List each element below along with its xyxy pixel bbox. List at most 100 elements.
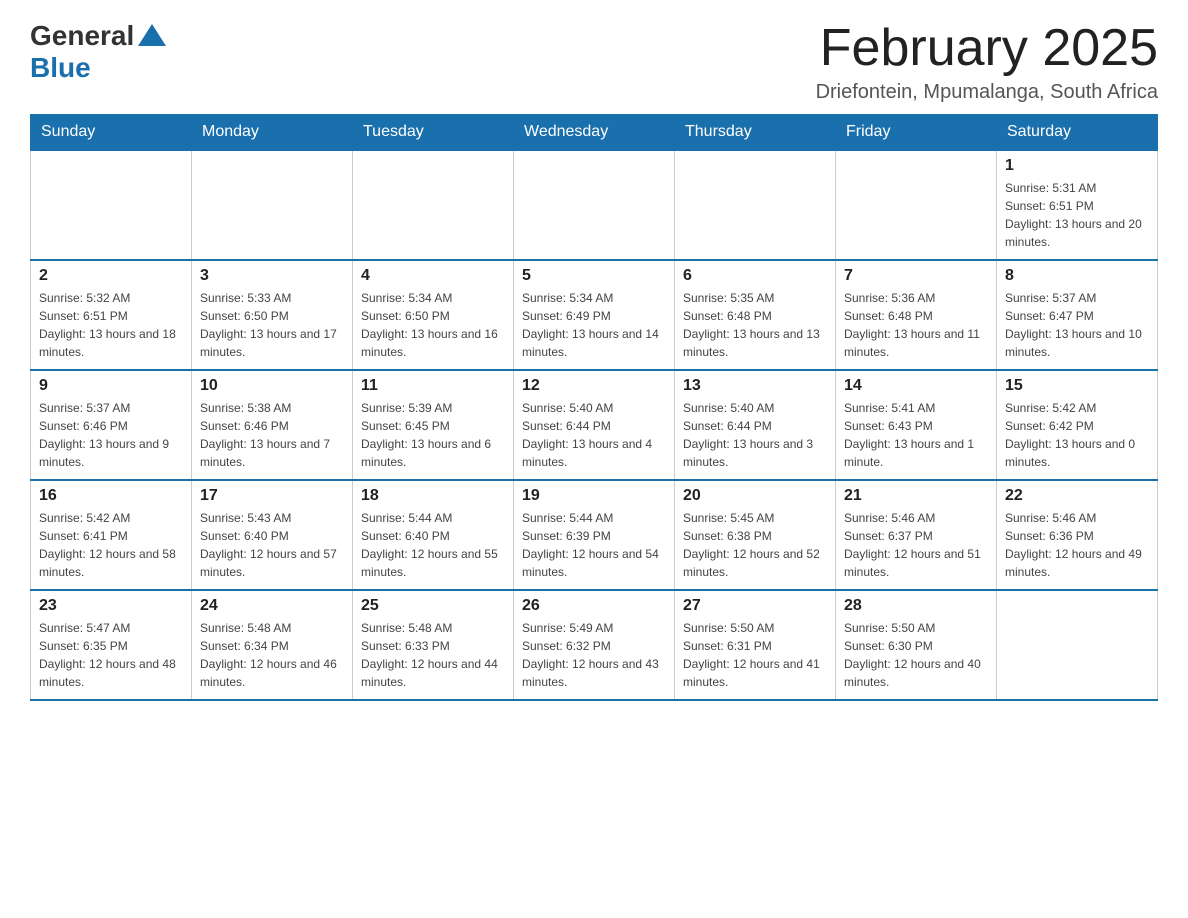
day-number: 10 <box>200 377 344 395</box>
calendar-day-cell: 6 Sunrise: 5:35 AMSunset: 6:48 PMDaylight… <box>675 260 836 370</box>
calendar-table: SundayMondayTuesdayWednesdayThursdayFrid… <box>30 114 1158 701</box>
day-info: Sunrise: 5:37 AMSunset: 6:47 PMDaylight:… <box>1005 289 1149 361</box>
day-of-week-header: Monday <box>192 115 353 151</box>
day-of-week-header: Saturday <box>997 115 1158 151</box>
calendar-day-cell: 20 Sunrise: 5:45 AMSunset: 6:38 PMDayligh… <box>675 480 836 590</box>
calendar-title: February 2025 <box>816 20 1158 77</box>
logo-triangle-icon <box>138 24 166 46</box>
calendar-day-cell: 3Sunrise: 5:33 AMSunset: 6:50 PMDaylight… <box>192 260 353 370</box>
day-number: 16 <box>39 487 183 505</box>
day-info: Sunrise: 5:45 AMSunset: 6:38 PMDaylight:… <box>683 509 827 581</box>
header-row: SundayMondayTuesdayWednesdayThursdayFrid… <box>31 115 1158 151</box>
calendar-day-cell: 11Sunrise: 5:39 AMSunset: 6:45 PMDayligh… <box>353 370 514 480</box>
day-info: Sunrise: 5:42 AMSunset: 6:42 PMDaylight:… <box>1005 399 1149 471</box>
day-of-week-header: Thursday <box>675 115 836 151</box>
day-info: Sunrise: 5:46 AMSunset: 6:37 PMDaylight:… <box>844 509 988 581</box>
calendar-subtitle: Driefontein, Mpumalanga, South Africa <box>816 81 1158 104</box>
day-number: 15 <box>1005 377 1149 395</box>
calendar-week-row: 16 Sunrise: 5:42 AMSunset: 6:41 PMDayligh… <box>31 480 1158 590</box>
day-number: 9 <box>39 377 183 395</box>
calendar-day-cell: 24 Sunrise: 5:48 AMSunset: 6:34 PMDayligh… <box>192 590 353 700</box>
calendar-week-row: 23 Sunrise: 5:47 AMSunset: 6:35 PMDayligh… <box>31 590 1158 700</box>
calendar-day-cell: 28 Sunrise: 5:50 AMSunset: 6:30 PMDayligh… <box>836 590 997 700</box>
day-info: Sunrise: 5:42 AMSunset: 6:41 PMDaylight:… <box>39 509 183 581</box>
calendar-day-cell: 18Sunrise: 5:44 AMSunset: 6:40 PMDayligh… <box>353 480 514 590</box>
day-of-week-header: Tuesday <box>353 115 514 151</box>
calendar-day-cell: 14 Sunrise: 5:41 AMSunset: 6:43 PMDayligh… <box>836 370 997 480</box>
logo: General Blue <box>30 20 166 84</box>
calendar-day-cell: 2Sunrise: 5:32 AMSunset: 6:51 PMDaylight… <box>31 260 192 370</box>
calendar-day-cell: 16 Sunrise: 5:42 AMSunset: 6:41 PMDayligh… <box>31 480 192 590</box>
day-number: 27 <box>683 597 827 615</box>
calendar-header: SundayMondayTuesdayWednesdayThursdayFrid… <box>31 115 1158 151</box>
calendar-day-cell: 27 Sunrise: 5:50 AMSunset: 6:31 PMDayligh… <box>675 590 836 700</box>
logo-general-text: General <box>30 20 134 52</box>
day-info: Sunrise: 5:35 AMSunset: 6:48 PMDaylight:… <box>683 289 827 361</box>
calendar-week-row: 9 Sunrise: 5:37 AMSunset: 6:46 PMDaylight… <box>31 370 1158 480</box>
day-info: Sunrise: 5:34 AMSunset: 6:50 PMDaylight:… <box>361 289 505 361</box>
calendar-day-cell: 12 Sunrise: 5:40 AMSunset: 6:44 PMDayligh… <box>514 370 675 480</box>
day-info: Sunrise: 5:40 AMSunset: 6:44 PMDaylight:… <box>683 399 827 471</box>
day-number: 28 <box>844 597 988 615</box>
day-number: 22 <box>1005 487 1149 505</box>
calendar-day-cell <box>997 590 1158 700</box>
calendar-day-cell: 21 Sunrise: 5:46 AMSunset: 6:37 PMDayligh… <box>836 480 997 590</box>
calendar-day-cell: 15 Sunrise: 5:42 AMSunset: 6:42 PMDayligh… <box>997 370 1158 480</box>
calendar-day-cell <box>353 150 514 260</box>
calendar-day-cell <box>836 150 997 260</box>
calendar-day-cell: 8Sunrise: 5:37 AMSunset: 6:47 PMDaylight… <box>997 260 1158 370</box>
day-number: 25 <box>361 597 505 615</box>
day-number: 7 <box>844 267 988 285</box>
page-header: General Blue February 2025 Driefontein, … <box>30 20 1158 104</box>
calendar-day-cell: 5 Sunrise: 5:34 AMSunset: 6:49 PMDaylight… <box>514 260 675 370</box>
day-info: Sunrise: 5:48 AMSunset: 6:34 PMDaylight:… <box>200 619 344 691</box>
day-info: Sunrise: 5:37 AMSunset: 6:46 PMDaylight:… <box>39 399 183 471</box>
day-info: Sunrise: 5:36 AMSunset: 6:48 PMDaylight:… <box>844 289 988 361</box>
day-number: 17 <box>200 487 344 505</box>
calendar-day-cell: 23 Sunrise: 5:47 AMSunset: 6:35 PMDayligh… <box>31 590 192 700</box>
day-info: Sunrise: 5:44 AMSunset: 6:40 PMDaylight:… <box>361 509 505 581</box>
calendar-day-cell: 26 Sunrise: 5:49 AMSunset: 6:32 PMDayligh… <box>514 590 675 700</box>
calendar-day-cell: 22 Sunrise: 5:46 AMSunset: 6:36 PMDayligh… <box>997 480 1158 590</box>
logo-blue-text: Blue <box>30 52 166 84</box>
calendar-day-cell <box>675 150 836 260</box>
day-number: 21 <box>844 487 988 505</box>
day-info: Sunrise: 5:47 AMSunset: 6:35 PMDaylight:… <box>39 619 183 691</box>
day-info: Sunrise: 5:44 AMSunset: 6:39 PMDaylight:… <box>522 509 666 581</box>
day-number: 1 <box>1005 157 1149 175</box>
day-number: 4 <box>361 267 505 285</box>
calendar-day-cell: 10 Sunrise: 5:38 AMSunset: 6:46 PMDayligh… <box>192 370 353 480</box>
day-number: 2 <box>39 267 183 285</box>
calendar-body: 1Sunrise: 5:31 AMSunset: 6:51 PMDaylight… <box>31 150 1158 700</box>
calendar-day-cell: 13Sunrise: 5:40 AMSunset: 6:44 PMDayligh… <box>675 370 836 480</box>
day-info: Sunrise: 5:48 AMSunset: 6:33 PMDaylight:… <box>361 619 505 691</box>
day-number: 14 <box>844 377 988 395</box>
day-info: Sunrise: 5:50 AMSunset: 6:30 PMDaylight:… <box>844 619 988 691</box>
calendar-day-cell: 9 Sunrise: 5:37 AMSunset: 6:46 PMDaylight… <box>31 370 192 480</box>
calendar-day-cell <box>514 150 675 260</box>
day-number: 23 <box>39 597 183 615</box>
calendar-day-cell: 4 Sunrise: 5:34 AMSunset: 6:50 PMDaylight… <box>353 260 514 370</box>
title-area: February 2025 Driefontein, Mpumalanga, S… <box>816 20 1158 104</box>
day-number: 20 <box>683 487 827 505</box>
day-number: 24 <box>200 597 344 615</box>
day-of-week-header: Wednesday <box>514 115 675 151</box>
day-number: 26 <box>522 597 666 615</box>
calendar-day-cell: 19 Sunrise: 5:44 AMSunset: 6:39 PMDayligh… <box>514 480 675 590</box>
day-of-week-header: Sunday <box>31 115 192 151</box>
day-number: 5 <box>522 267 666 285</box>
calendar-day-cell: 7 Sunrise: 5:36 AMSunset: 6:48 PMDaylight… <box>836 260 997 370</box>
calendar-day-cell: 17Sunrise: 5:43 AMSunset: 6:40 PMDayligh… <box>192 480 353 590</box>
calendar-day-cell <box>31 150 192 260</box>
day-info: Sunrise: 5:34 AMSunset: 6:49 PMDaylight:… <box>522 289 666 361</box>
day-number: 12 <box>522 377 666 395</box>
day-info: Sunrise: 5:46 AMSunset: 6:36 PMDaylight:… <box>1005 509 1149 581</box>
day-info: Sunrise: 5:41 AMSunset: 6:43 PMDaylight:… <box>844 399 988 471</box>
calendar-week-row: 2Sunrise: 5:32 AMSunset: 6:51 PMDaylight… <box>31 260 1158 370</box>
day-info: Sunrise: 5:38 AMSunset: 6:46 PMDaylight:… <box>200 399 344 471</box>
day-info: Sunrise: 5:50 AMSunset: 6:31 PMDaylight:… <box>683 619 827 691</box>
day-info: Sunrise: 5:49 AMSunset: 6:32 PMDaylight:… <box>522 619 666 691</box>
day-info: Sunrise: 5:40 AMSunset: 6:44 PMDaylight:… <box>522 399 666 471</box>
day-number: 6 <box>683 267 827 285</box>
day-number: 19 <box>522 487 666 505</box>
